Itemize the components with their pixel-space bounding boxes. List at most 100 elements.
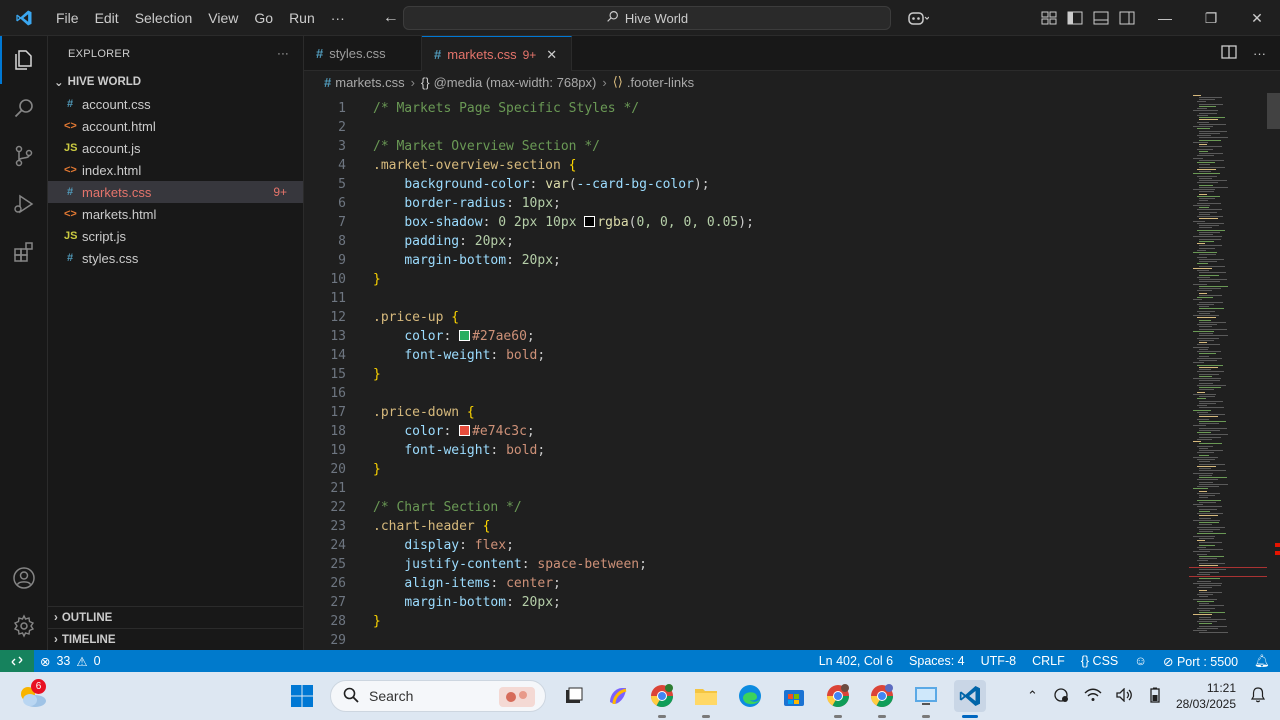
end-of-line[interactable]: CRLF [1032, 654, 1065, 668]
notifications-bell-icon[interactable]: 🔔︎ [1254, 654, 1270, 669]
search-view-icon[interactable] [0, 84, 48, 132]
encoding[interactable]: UTF-8 [981, 654, 1016, 668]
menu-run[interactable]: Run [281, 0, 323, 36]
chevron-up-icon[interactable]: ⌃ [1027, 688, 1038, 704]
timeline-section[interactable]: › TIMELINE [48, 628, 304, 650]
minimize-button[interactable]: — [1142, 0, 1188, 36]
copilot-status-icon[interactable]: ☺ [1134, 654, 1147, 668]
copilot-app-icon[interactable] [602, 680, 634, 712]
code-line: 18 color: #e74c3c; [304, 422, 1189, 441]
remote-desktop-icon[interactable] [910, 680, 942, 718]
copilot-icon[interactable] [900, 10, 936, 26]
system-clock[interactable]: 11:21 28/03/2025 [1176, 680, 1236, 712]
wifi-icon[interactable] [1084, 688, 1102, 705]
js-file-icon: JS [64, 230, 78, 242]
command-center-search[interactable]: Hive World [403, 6, 891, 30]
tab-markets-css[interactable]: # markets.css 9+ ✕ [422, 36, 572, 72]
code-content [346, 384, 373, 403]
taskbar-search-box[interactable]: Search [330, 680, 546, 712]
chrome-profile-b-icon[interactable] [822, 680, 854, 718]
minimap-line [1199, 610, 1210, 611]
indentation[interactable]: Spaces: 4 [909, 654, 965, 668]
minimap-line [1197, 290, 1212, 291]
battery-icon[interactable] [1148, 687, 1162, 706]
file-markets-html[interactable]: <> markets.html [48, 203, 303, 225]
live-server-port[interactable]: ⊘ Port : 5500 [1163, 654, 1238, 669]
remote-indicator-icon[interactable] [0, 650, 34, 672]
scrollbar-thumb[interactable] [1267, 93, 1280, 129]
chrome-profile-a-icon[interactable] [646, 680, 678, 718]
vscode-taskbar-icon[interactable] [954, 680, 986, 718]
minimap-line [1199, 272, 1226, 273]
notification-center-icon[interactable] [1250, 686, 1266, 706]
js-file-icon: JS [64, 142, 78, 154]
close-window-button[interactable]: ✕ [1234, 0, 1280, 36]
toggle-panel-icon[interactable] [1092, 9, 1110, 27]
breadcrumb-selector[interactable]: .footer-links [627, 75, 694, 90]
file-account-css[interactable]: # account.css [48, 93, 303, 115]
task-view-icon[interactable] [558, 680, 590, 712]
file-explorer-icon[interactable] [690, 680, 722, 718]
file-account-js[interactable]: JS account.js [48, 137, 303, 159]
outline-section[interactable]: › OUTLINE [48, 606, 304, 628]
more-actions-icon[interactable]: ··· [1253, 46, 1266, 61]
volume-icon[interactable] [1116, 686, 1134, 705]
tab-styles-css[interactable]: # styles.css [304, 36, 422, 71]
file-account-html[interactable]: <> account.html [48, 115, 303, 137]
network-status-icon[interactable] [1052, 687, 1070, 706]
toggle-secondary-sidebar-icon[interactable] [1118, 9, 1136, 27]
cursor-position[interactable]: Ln 402, Col 6 [819, 654, 893, 668]
vscode-logo-icon[interactable] [0, 0, 48, 36]
menu-file[interactable]: File [48, 0, 87, 36]
split-editor-icon[interactable] [1221, 45, 1237, 62]
chrome-profile-c-icon[interactable] [866, 680, 898, 718]
code-comment: /* Market Overview Section */ [373, 139, 600, 154]
folder-hive-world[interactable]: ⌄ HIVE WORLD [48, 71, 303, 93]
breadcrumb-media[interactable]: @media (max-width: 768px) [434, 75, 597, 90]
code-editor[interactable]: 1/* Markets Page Specific Styles */2 3/* … [304, 93, 1189, 650]
menu-edit[interactable]: Edit [87, 0, 127, 36]
language-mode[interactable]: {} CSS [1081, 654, 1119, 668]
minimap-line [1199, 563, 1225, 564]
problems-indicator[interactable]: ⊗ 33 ⚠ 0 [40, 654, 101, 669]
menu-view[interactable]: View [200, 0, 246, 36]
line-number: 28 [330, 614, 346, 629]
start-button[interactable] [286, 680, 318, 712]
file-script-js[interactable]: JS script.js [48, 225, 303, 247]
explorer-icon[interactable] [0, 36, 48, 84]
customize-layout-icon[interactable] [1040, 9, 1058, 27]
settings-gear-icon[interactable] [0, 602, 48, 650]
restore-button[interactable]: ❐ [1188, 0, 1234, 36]
more-actions-icon[interactable]: ··· [277, 48, 289, 60]
source-control-icon[interactable] [0, 132, 48, 180]
minimap[interactable] [1189, 93, 1267, 650]
extensions-icon[interactable] [0, 228, 48, 276]
run-debug-icon[interactable] [0, 180, 48, 228]
minimap-line [1197, 385, 1226, 386]
minimap-line [1193, 189, 1215, 190]
minimap-line [1193, 394, 1216, 395]
breadcrumb-file[interactable]: markets.css [335, 75, 404, 90]
accounts-icon[interactable] [0, 554, 48, 602]
semicolon: ; [701, 177, 710, 192]
minimap-line [1197, 270, 1209, 271]
menu-go[interactable]: Go [246, 0, 281, 36]
file-styles-css[interactable]: # styles.css [48, 247, 303, 269]
semicolon: ; [553, 196, 561, 211]
minimap-line [1199, 227, 1212, 228]
microsoft-store-icon[interactable] [778, 680, 810, 712]
toggle-primary-sidebar-icon[interactable] [1066, 9, 1084, 27]
menu-more[interactable]: ··· [323, 0, 353, 36]
menu-selection[interactable]: Selection [127, 0, 201, 36]
css-property: color [404, 424, 444, 439]
close-tab-icon[interactable]: ✕ [546, 47, 557, 63]
code-content [346, 479, 373, 498]
edge-icon[interactable] [734, 680, 766, 712]
editor-scrollbar[interactable] [1267, 93, 1280, 650]
back-arrow-icon[interactable]: ← [383, 9, 399, 27]
file-index-html[interactable]: <> index.html [48, 159, 303, 181]
file-markets-css[interactable]: # markets.css 9+ [48, 181, 303, 203]
code-line: 22 /* Chart Section */ [304, 498, 1189, 517]
